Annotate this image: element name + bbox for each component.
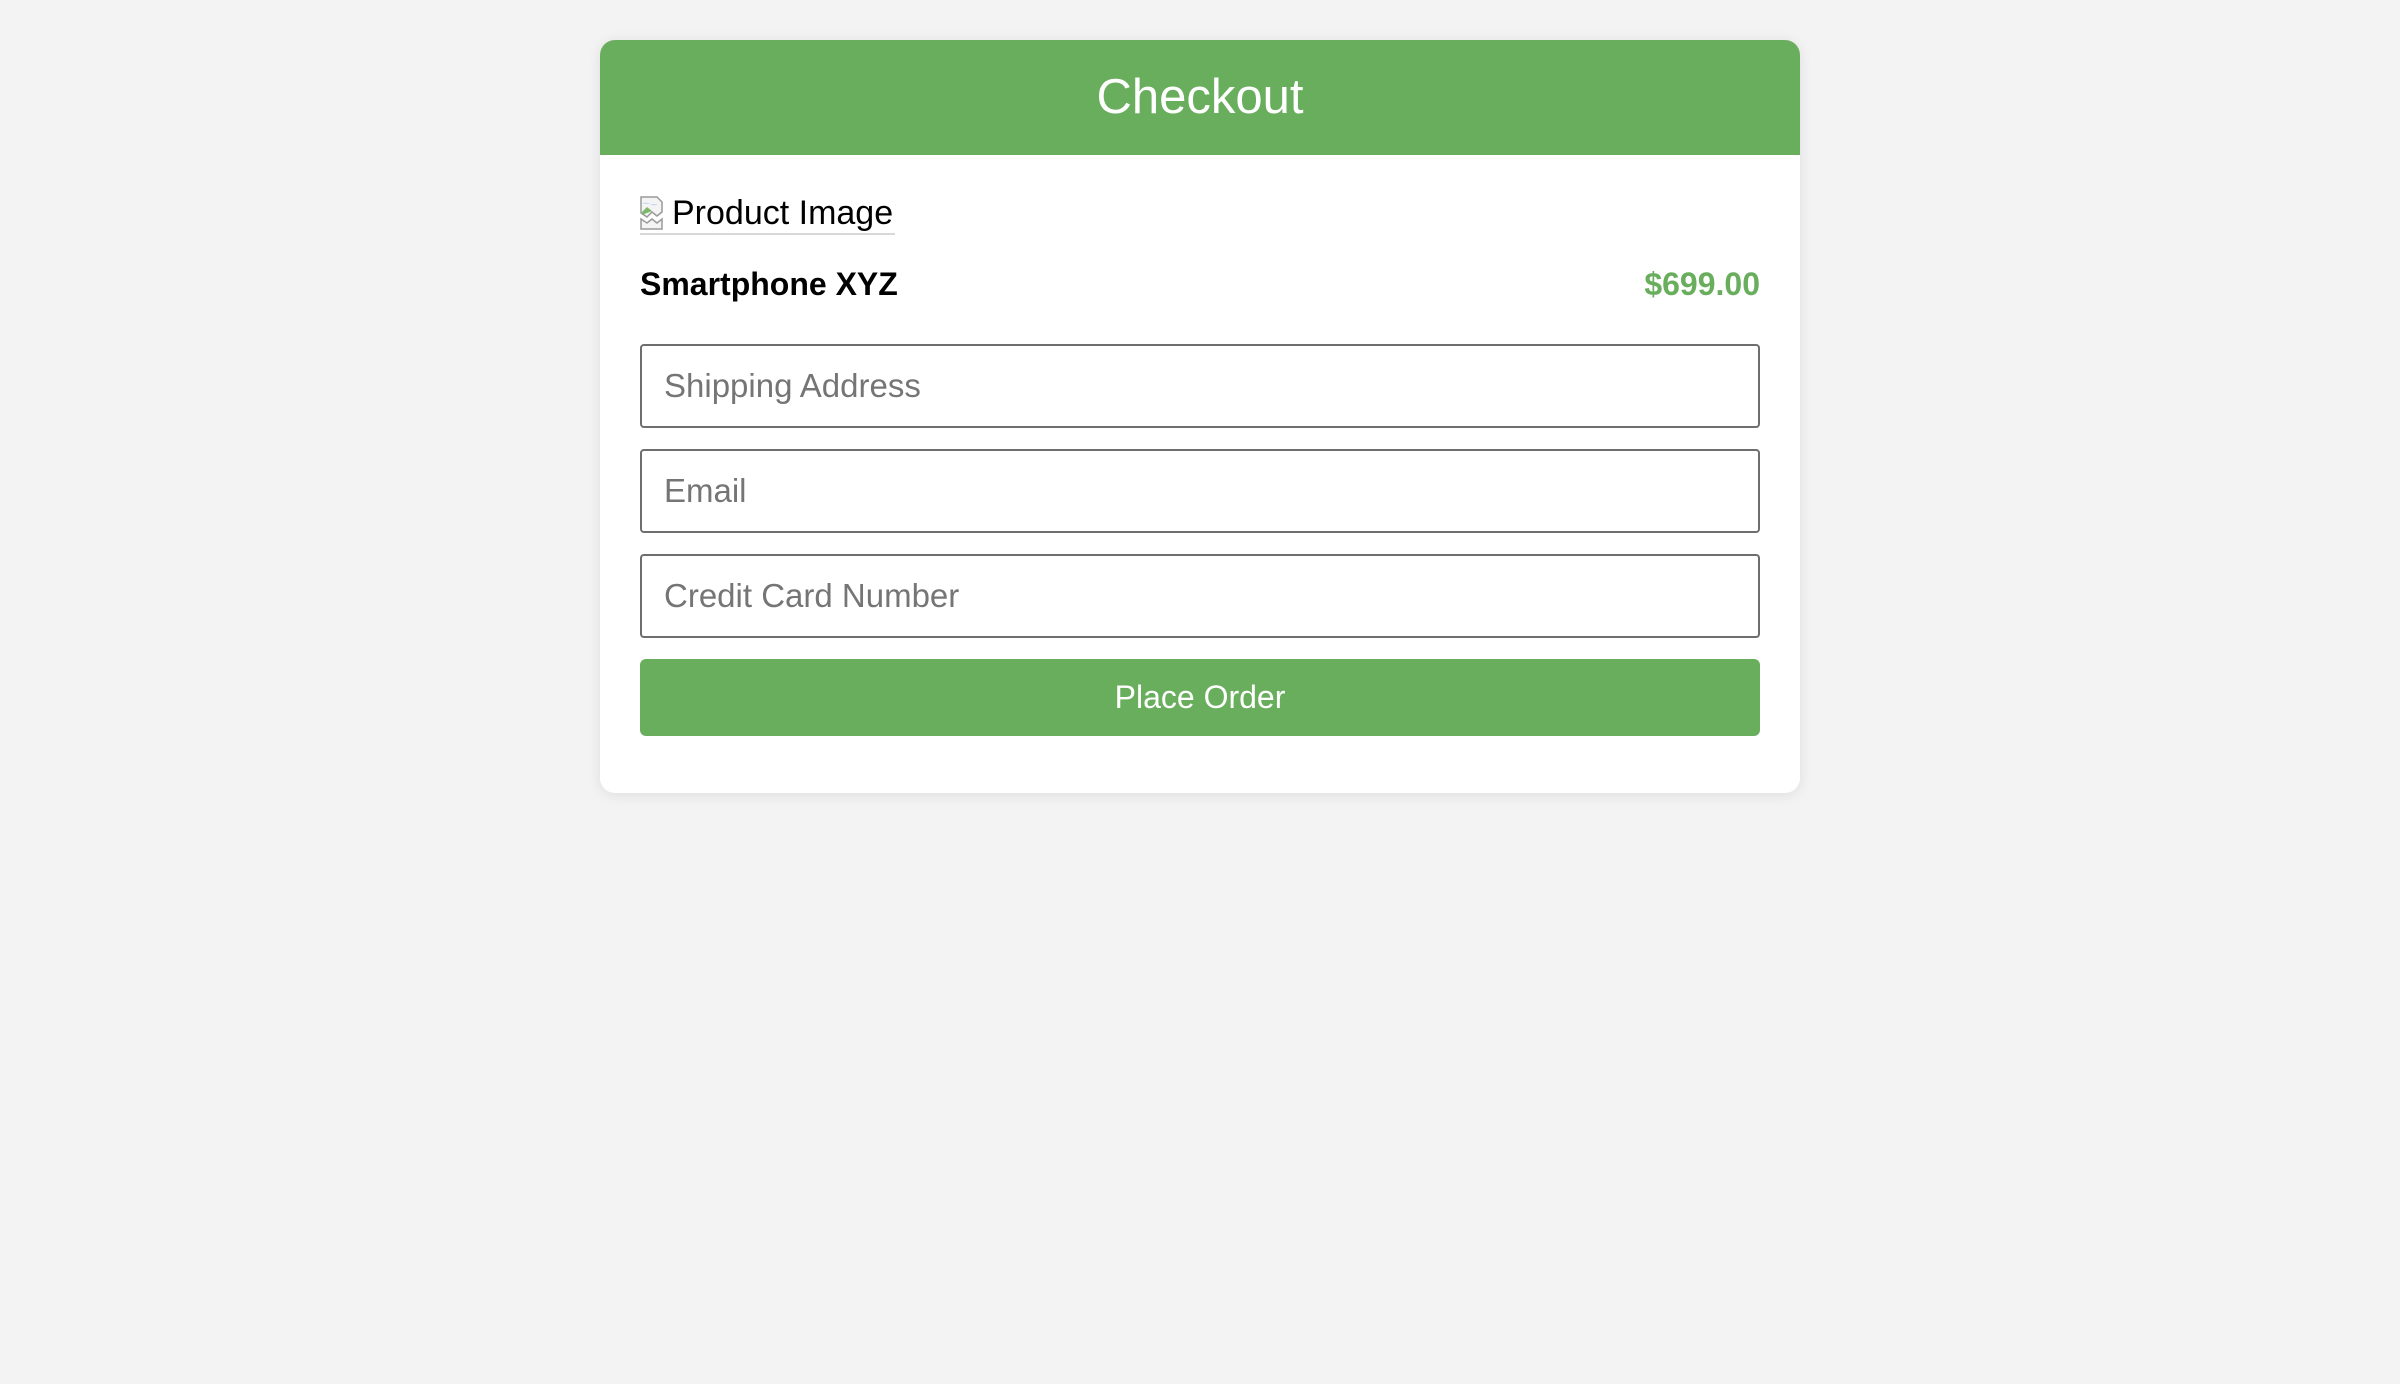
broken-image-icon	[640, 195, 670, 231]
product-summary: Smartphone XYZ $699.00	[640, 264, 1760, 304]
place-order-button[interactable]: Place Order	[640, 659, 1760, 736]
product-image-alt-text: Product Image	[672, 194, 894, 232]
product-price: $699.00	[1644, 265, 1760, 302]
product-name: Smartphone XYZ	[640, 265, 898, 302]
checkout-header: Checkout	[600, 40, 1800, 155]
page-title: Checkout	[1096, 70, 1304, 124]
shipping-address-input[interactable]	[640, 344, 1760, 428]
checkout-body: Product Image Smartphone XYZ $699.00 Pla…	[600, 155, 1800, 736]
credit-card-input[interactable]	[640, 554, 1760, 638]
product-image: Product Image	[640, 193, 896, 235]
email-input[interactable]	[640, 449, 1760, 533]
checkout-card: Checkout Product Image Smartphone XYZ $6…	[600, 40, 1800, 793]
